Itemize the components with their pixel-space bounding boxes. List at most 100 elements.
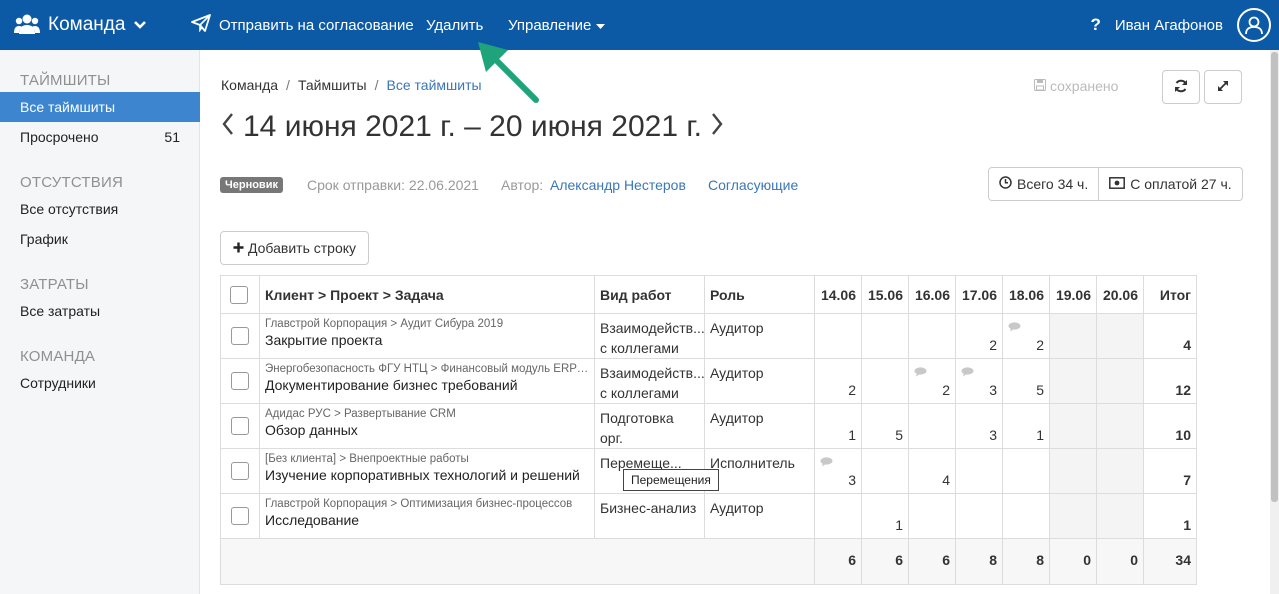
comment-icon[interactable]	[914, 364, 927, 380]
task-cell[interactable]: Энергобезопасность ФГУ НТЦ > Финансовый …	[259, 358, 595, 404]
previous-week-icon[interactable]	[221, 111, 235, 144]
hours-cell[interactable]: 2	[1002, 313, 1050, 359]
role-text: Аудитор	[710, 500, 764, 516]
users-icon	[14, 13, 40, 38]
day-total-cell: 6	[908, 538, 956, 585]
hours-cell[interactable]: 2	[908, 358, 956, 404]
hours-cell[interactable]	[1002, 448, 1050, 494]
table-row[interactable]: Адидас РУС > Развертывание CRM Обзор данн…	[220, 403, 1197, 449]
approvers-link[interactable]: Согласующие	[708, 177, 798, 193]
work-type-cell[interactable]: Взаимодейств... с коллегами	[594, 358, 705, 404]
send-for-approval-button[interactable]: Отправить на согласование	[191, 0, 414, 50]
add-row-button[interactable]: Добавить строку	[220, 231, 369, 265]
column-header-work-type[interactable]: Вид работ	[594, 275, 705, 314]
author-link[interactable]: Александр Нестеров	[550, 177, 686, 193]
sidebar-item-schedule[interactable]: График	[0, 224, 200, 254]
comment-icon[interactable]	[961, 364, 974, 380]
hours-cell[interactable]	[861, 313, 909, 359]
avatar[interactable]	[1237, 8, 1271, 42]
task-cell[interactable]: [Без клиента] > Внепроектные работы Изуче…	[259, 448, 595, 494]
breadcrumb-all-timesheets[interactable]: Все таймшиты	[387, 77, 482, 93]
day-total-value: 8	[1036, 552, 1044, 568]
task-cell[interactable]: Главстрой Корпорация > Аудит Сибура 2019…	[259, 313, 595, 359]
scroll-thumb[interactable]	[1271, 52, 1278, 502]
breadcrumb-timesheets[interactable]: Таймшиты	[298, 77, 367, 93]
hours-cell[interactable]	[908, 403, 956, 449]
sidebar-item-all-timesheets[interactable]: Все таймшиты	[0, 92, 200, 122]
sidebar-item-overdue[interactable]: Просрочено 51	[0, 122, 200, 152]
hours-cell[interactable]	[955, 493, 1003, 539]
total-hours-button[interactable]: Всего 34 ч.	[989, 168, 1098, 200]
sidebar-item-employees[interactable]: Сотрудники	[0, 368, 200, 398]
breadcrumb-team[interactable]: Команда	[221, 77, 278, 93]
hours-cell[interactable]	[814, 313, 862, 359]
hours-cell[interactable]: 2	[814, 358, 862, 404]
hours-cell[interactable]: 1	[861, 493, 909, 539]
table-row[interactable]: Главстрой Корпорация > Аудит Сибура 2019…	[220, 313, 1197, 359]
comment-icon[interactable]	[820, 454, 833, 470]
hours-cell[interactable]	[1096, 448, 1144, 494]
team-menu[interactable]: Команда	[14, 0, 147, 50]
hours-cell[interactable]	[1096, 358, 1144, 404]
hours-cell[interactable]: 5	[1002, 358, 1050, 404]
hours-cell[interactable]	[1096, 313, 1144, 359]
hours-cell[interactable]: 2	[955, 313, 1003, 359]
role-cell[interactable]: Аудитор	[704, 493, 815, 539]
hours-cell[interactable]	[1049, 403, 1097, 449]
hours-cell[interactable]	[861, 358, 909, 404]
user-name[interactable]: Иван Агафонов	[1115, 17, 1223, 34]
hours-cell[interactable]	[814, 493, 862, 539]
task-cell[interactable]: Главстрой Корпорация > Оптимизация бизне…	[259, 493, 595, 539]
fullscreen-button[interactable]	[1204, 70, 1242, 104]
hours-cell[interactable]: 3	[955, 403, 1003, 449]
work-type-cell[interactable]: Взаимодейств... с коллегами	[594, 313, 705, 359]
row-checkbox[interactable]	[231, 507, 249, 525]
sidebar-section-absences: ОТСУТСТВИЯ	[20, 174, 123, 191]
comment-icon[interactable]	[1008, 319, 1021, 335]
row-checkbox[interactable]	[231, 372, 249, 390]
row-checkbox[interactable]	[231, 417, 249, 435]
hours-cell[interactable]: 5	[861, 403, 909, 449]
hours-cell[interactable]	[1002, 493, 1050, 539]
hours-cell[interactable]: 3	[814, 448, 862, 494]
hours-cell[interactable]	[1096, 493, 1144, 539]
role-cell[interactable]: Исполнитель	[704, 448, 815, 494]
hours-cell[interactable]	[1049, 448, 1097, 494]
column-header-role[interactable]: Роль	[704, 275, 815, 314]
hours-cell[interactable]	[1049, 313, 1097, 359]
hours-cell[interactable]	[1096, 403, 1144, 449]
hours-cell[interactable]	[908, 313, 956, 359]
sidebar-item-all-absences[interactable]: Все отсутствия	[0, 194, 200, 224]
row-total-cell: 7	[1143, 448, 1197, 494]
role-cell[interactable]: Аудитор	[704, 313, 815, 359]
hours-cell[interactable]: 1	[814, 403, 862, 449]
money-icon	[1109, 176, 1126, 192]
hours-cell[interactable]: 4	[908, 448, 956, 494]
refresh-button[interactable]	[1162, 70, 1200, 104]
status-badge: Черновик	[220, 177, 283, 193]
help-icon[interactable]: ?	[1090, 15, 1100, 35]
hours-cell[interactable]	[861, 448, 909, 494]
row-checkbox[interactable]	[231, 327, 249, 345]
hours-cell[interactable]	[908, 493, 956, 539]
table-row[interactable]: Главстрой Корпорация > Оптимизация бизне…	[220, 493, 1197, 539]
hours-cell[interactable]	[1049, 493, 1097, 539]
role-cell[interactable]: Аудитор	[704, 358, 815, 404]
scrollbar[interactable]	[1270, 50, 1279, 594]
hours-cell[interactable]	[1049, 358, 1097, 404]
row-checkbox[interactable]	[231, 462, 249, 480]
task-cell[interactable]: Адидас РУС > Развертывание CRM Обзор данн…	[259, 403, 595, 449]
role-cell[interactable]: Аудитор	[704, 403, 815, 449]
work-type-cell[interactable]: Подготовка орг.	[594, 403, 705, 449]
work-type-cell[interactable]: Бизнес-анализ	[594, 493, 705, 539]
hours-cell[interactable]: 1	[1002, 403, 1050, 449]
table-row[interactable]: Энергобезопасность ФГУ НТЦ > Финансовый …	[220, 358, 1197, 404]
select-all-checkbox[interactable]	[230, 285, 248, 304]
sidebar-item-all-expenses[interactable]: Все затраты	[0, 296, 200, 326]
column-header-task[interactable]: Клиент > Проект > Задача	[259, 275, 595, 314]
hours-value: 2	[942, 382, 950, 398]
hours-cell[interactable]: 3	[955, 358, 1003, 404]
hours-cell[interactable]	[955, 448, 1003, 494]
billable-hours-button[interactable]: С оплатой 27 ч.	[1098, 168, 1241, 200]
next-week-icon[interactable]	[710, 111, 724, 144]
